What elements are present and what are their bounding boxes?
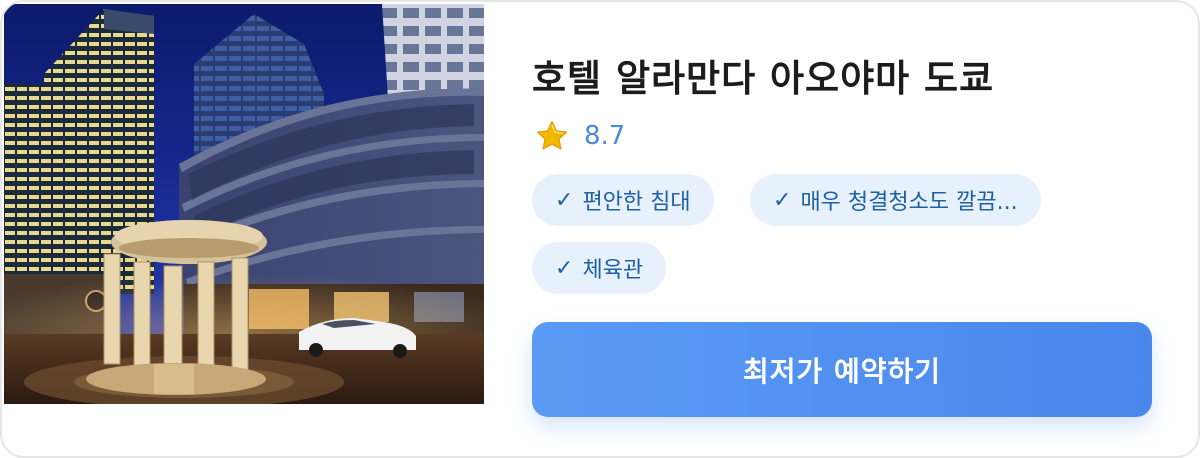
hotel-photo[interactable] — [4, 4, 484, 404]
amenity-label: 편안한 침대 — [582, 190, 691, 215]
check-icon: ✓ — [773, 187, 792, 213]
rating-score: 8.7 — [584, 121, 626, 151]
amenity-chip-gym: ✓ 체육관 — [532, 242, 667, 294]
rating-row: 8.7 — [535, 118, 625, 154]
hotel-card[interactable]: 호텔 알라만다 아오야마 도쿄 8.7 ✓ 편안한 침대 ✓ 매우 청결청소도 … — [0, 0, 1200, 458]
star-icon — [536, 120, 568, 150]
book-lowest-price-button[interactable]: 최저가 예약하기 — [532, 322, 1152, 417]
check-icon: ✓ — [555, 255, 574, 281]
check-icon: ✓ — [555, 187, 574, 213]
amenity-label: 매우 청결청소도 깔끔... — [800, 190, 1018, 215]
amenity-label: 체육관 — [582, 258, 644, 283]
amenity-chip-comfortable-bed: ✓ 편안한 침대 — [532, 174, 714, 226]
hotel-name[interactable]: 호텔 알라만다 아오야마 도쿄 — [532, 48, 994, 102]
amenity-chip-clean: ✓ 매우 청결청소도 깔끔... — [750, 174, 1041, 226]
